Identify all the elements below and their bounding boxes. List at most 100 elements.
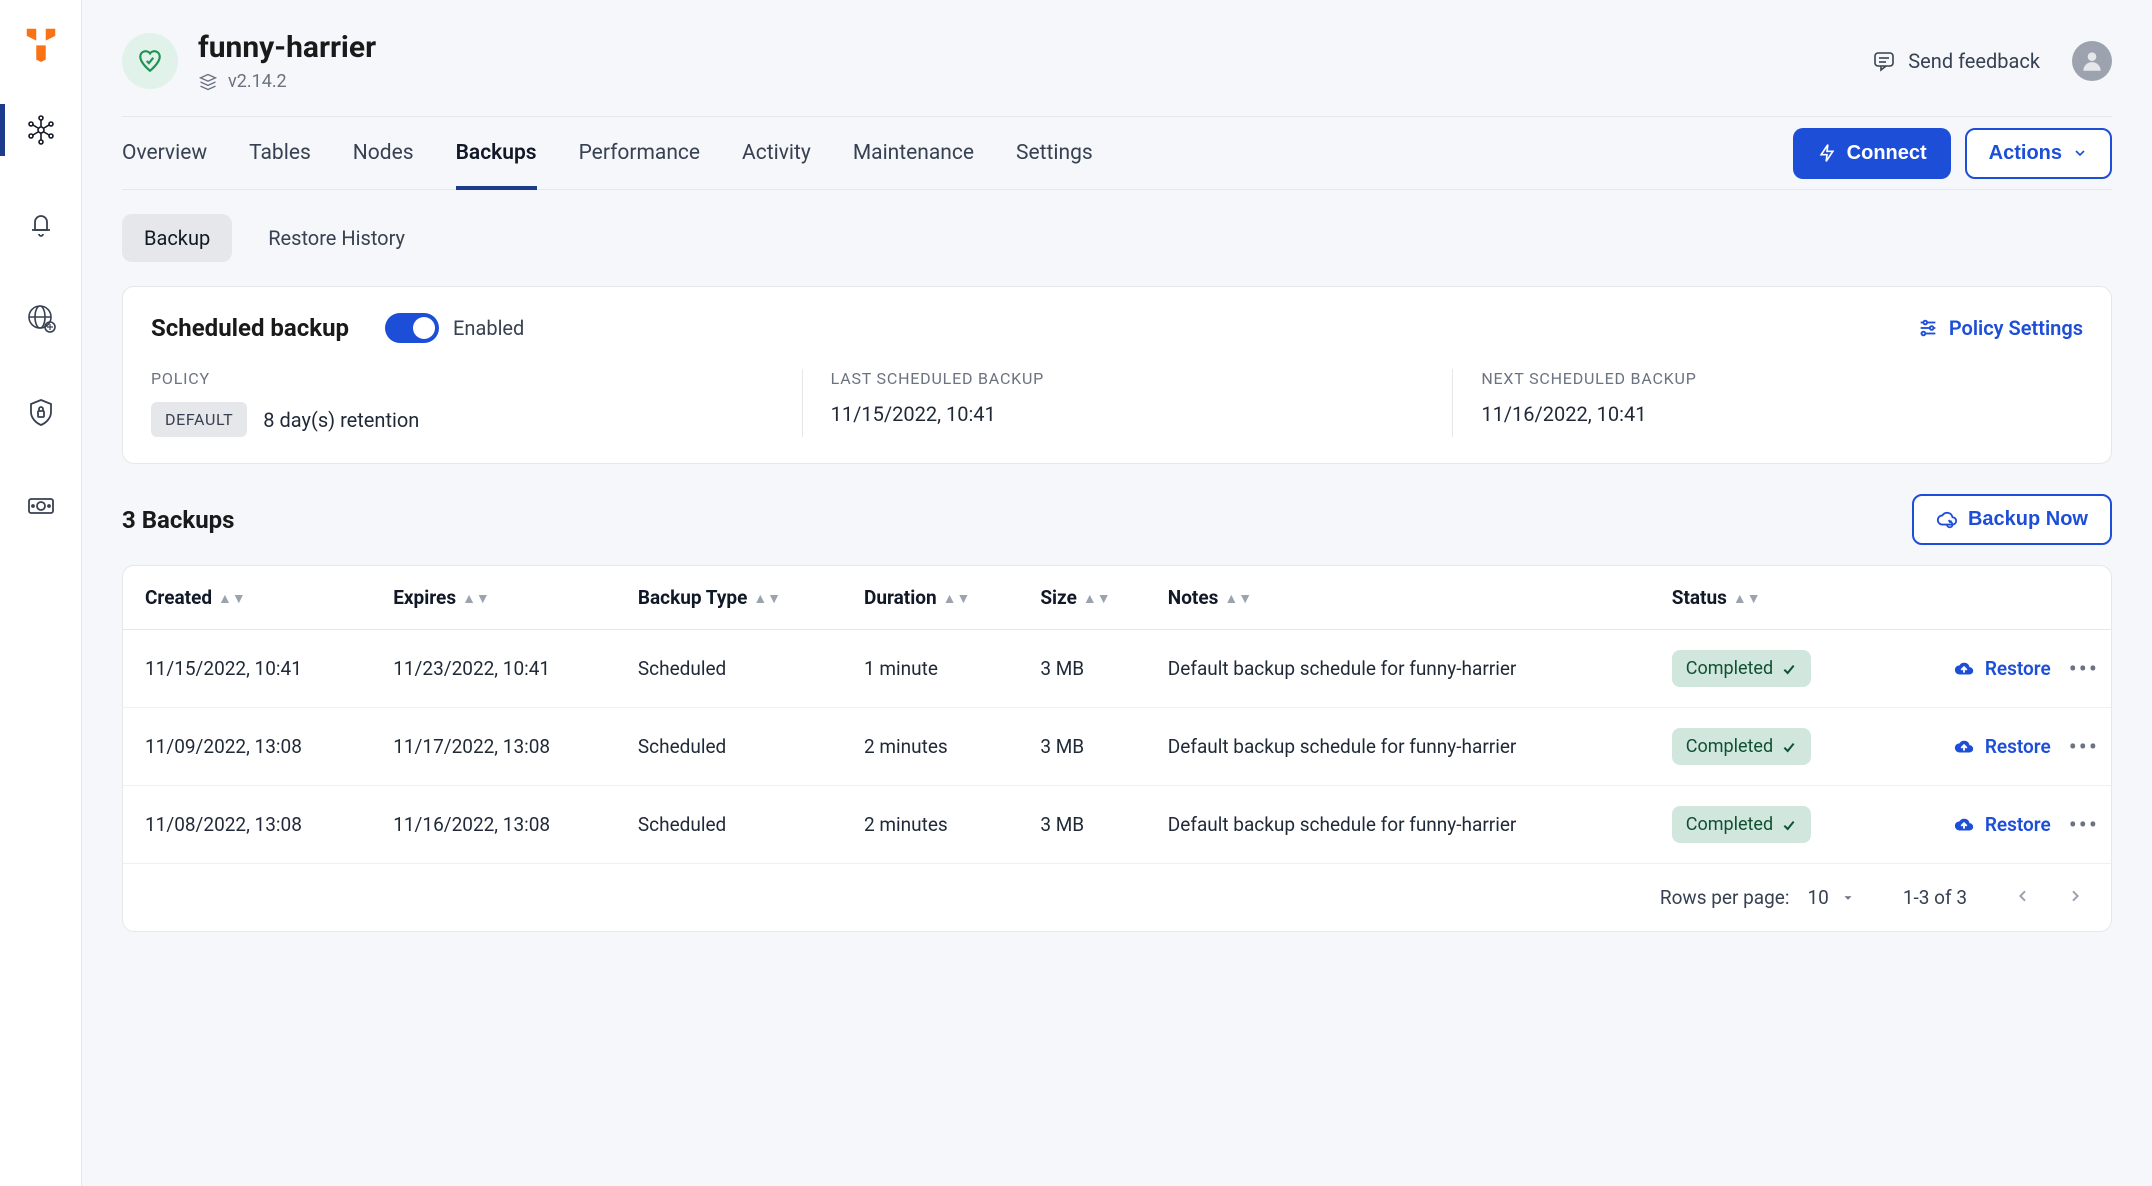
- col-expires[interactable]: Expires▲▼: [381, 566, 626, 630]
- tab-maintenance[interactable]: Maintenance: [853, 117, 974, 189]
- col-notes[interactable]: Notes▲▼: [1156, 566, 1660, 630]
- backups-count-title: 3 Backups: [122, 506, 235, 534]
- check-icon: [1781, 661, 1797, 677]
- cell-duration: 2 minutes: [852, 786, 1028, 864]
- table-row: 11/15/2022, 10:4111/23/2022, 10:41Schedu…: [123, 630, 2111, 708]
- policy-settings-button[interactable]: Policy Settings: [1917, 316, 2083, 340]
- cell-size: 3 MB: [1028, 630, 1155, 708]
- schedule-toggle[interactable]: [385, 313, 439, 343]
- cell-size: 3 MB: [1028, 786, 1155, 864]
- row-menu-button[interactable]: •••: [2069, 655, 2099, 683]
- table-row: 11/09/2022, 13:0811/17/2022, 13:08Schedu…: [123, 708, 2111, 786]
- restore-button[interactable]: Restore: [1953, 735, 2051, 758]
- tab-tables[interactable]: Tables: [249, 117, 311, 189]
- schedule-toggle-label: Enabled: [453, 316, 524, 340]
- retention-text: 8 day(s) retention: [263, 408, 419, 432]
- cell-duration: 2 minutes: [852, 708, 1028, 786]
- nav-globe-icon[interactable]: [0, 292, 82, 344]
- cell-status: Completed: [1660, 786, 1881, 864]
- cloud-upload-icon: [1953, 658, 1975, 680]
- backup-now-button[interactable]: Backup Now: [1912, 494, 2112, 545]
- col-size[interactable]: Size▲▼: [1028, 566, 1155, 630]
- cell-expires: 11/17/2022, 13:08: [381, 708, 626, 786]
- chat-icon: [1872, 49, 1896, 73]
- tab-overview[interactable]: Overview: [122, 117, 207, 189]
- check-icon: [1781, 739, 1797, 755]
- nav-universe-icon[interactable]: [0, 104, 82, 156]
- connect-button[interactable]: Connect: [1793, 128, 1951, 179]
- stack-icon: [198, 72, 218, 92]
- cell-size: 3 MB: [1028, 708, 1155, 786]
- page-title: funny-harrier: [198, 30, 376, 65]
- nav-alerts-icon[interactable]: [0, 198, 82, 250]
- col-created[interactable]: Created▲▼: [123, 566, 381, 630]
- sliders-icon: [1917, 317, 1939, 339]
- health-badge: [122, 33, 178, 89]
- next-backup-heading: NEXT SCHEDULED BACKUP: [1481, 369, 2083, 388]
- user-icon: [2079, 48, 2105, 74]
- cell-status: Completed: [1660, 630, 1881, 708]
- feedback-label: Send feedback: [1908, 49, 2040, 73]
- cell-notes: Default backup schedule for funny-harrie…: [1156, 786, 1660, 864]
- nav-billing-icon[interactable]: [0, 480, 82, 532]
- cloud-sync-icon: [1936, 509, 1958, 531]
- subtab-backup[interactable]: Backup: [122, 214, 232, 262]
- sub-tabs: Backup Restore History: [122, 190, 2112, 286]
- prev-page-button[interactable]: [2015, 886, 2031, 909]
- user-avatar[interactable]: [2072, 41, 2112, 81]
- next-backup-value: 11/16/2022, 10:41: [1481, 402, 2083, 426]
- col-duration[interactable]: Duration▲▼: [852, 566, 1028, 630]
- cell-created: 11/15/2022, 10:41: [123, 630, 381, 708]
- cell-created: 11/08/2022, 13:08: [123, 786, 381, 864]
- last-backup-heading: LAST SCHEDULED BACKUP: [831, 369, 1433, 388]
- subtab-restore-history[interactable]: Restore History: [246, 214, 427, 262]
- sidebar: [0, 0, 82, 1186]
- cell-type: Scheduled: [626, 786, 852, 864]
- table-row: 11/08/2022, 13:0811/16/2022, 13:08Schedu…: [123, 786, 2111, 864]
- col-type[interactable]: Backup Type▲▼: [626, 566, 852, 630]
- version-row: v2.14.2: [198, 71, 376, 92]
- status-badge: Completed: [1672, 650, 1811, 687]
- send-feedback-button[interactable]: Send feedback: [1872, 49, 2040, 73]
- sort-icon: ▲▼: [462, 590, 490, 607]
- bolt-icon: [1817, 143, 1837, 163]
- row-menu-button[interactable]: •••: [2069, 811, 2099, 839]
- tabs-row: Overview Tables Nodes Backups Performanc…: [122, 117, 2112, 190]
- cell-created: 11/09/2022, 13:08: [123, 708, 381, 786]
- cell-notes: Default backup schedule for funny-harrie…: [1156, 708, 1660, 786]
- rows-per-page-select[interactable]: 10: [1807, 886, 1854, 909]
- sort-icon: ▲▼: [218, 590, 246, 607]
- cell-status: Completed: [1660, 708, 1881, 786]
- cell-notes: Default backup schedule for funny-harrie…: [1156, 630, 1660, 708]
- caret-down-icon: [1841, 891, 1855, 905]
- tab-nodes[interactable]: Nodes: [353, 117, 414, 189]
- last-backup-value: 11/15/2022, 10:41: [831, 402, 1433, 426]
- restore-button[interactable]: Restore: [1953, 657, 2051, 680]
- sort-icon: ▲▼: [753, 590, 781, 607]
- backups-table-card: Created▲▼ Expires▲▼ Backup Type▲▼ Durati…: [122, 565, 2112, 932]
- row-menu-button[interactable]: •••: [2069, 733, 2099, 761]
- chevron-left-icon: [2015, 888, 2031, 904]
- tab-performance[interactable]: Performance: [579, 117, 700, 189]
- nav-security-icon[interactable]: [0, 386, 82, 438]
- actions-button[interactable]: Actions: [1965, 128, 2112, 179]
- version-text: v2.14.2: [228, 71, 287, 92]
- tab-settings[interactable]: Settings: [1016, 117, 1093, 189]
- cell-type: Scheduled: [626, 708, 852, 786]
- main-tabs: Overview Tables Nodes Backups Performanc…: [122, 117, 1093, 189]
- schedule-card: Scheduled backup Enabled Policy Settings: [122, 286, 2112, 464]
- status-badge: Completed: [1672, 806, 1811, 843]
- policy-tag: DEFAULT: [151, 402, 247, 437]
- rows-per-page-value: 10: [1807, 886, 1828, 909]
- cloud-upload-icon: [1953, 736, 1975, 758]
- check-icon: [1781, 817, 1797, 833]
- sort-icon: ▲▼: [1733, 590, 1761, 607]
- tab-activity[interactable]: Activity: [742, 117, 811, 189]
- sort-icon: ▲▼: [1083, 590, 1111, 607]
- restore-button[interactable]: Restore: [1953, 813, 2051, 836]
- tab-backups[interactable]: Backups: [456, 117, 537, 189]
- next-page-button[interactable]: [2067, 886, 2083, 909]
- col-status[interactable]: Status▲▼: [1660, 566, 1881, 630]
- schedule-card-title: Scheduled backup: [151, 314, 349, 342]
- cloud-upload-icon: [1953, 814, 1975, 836]
